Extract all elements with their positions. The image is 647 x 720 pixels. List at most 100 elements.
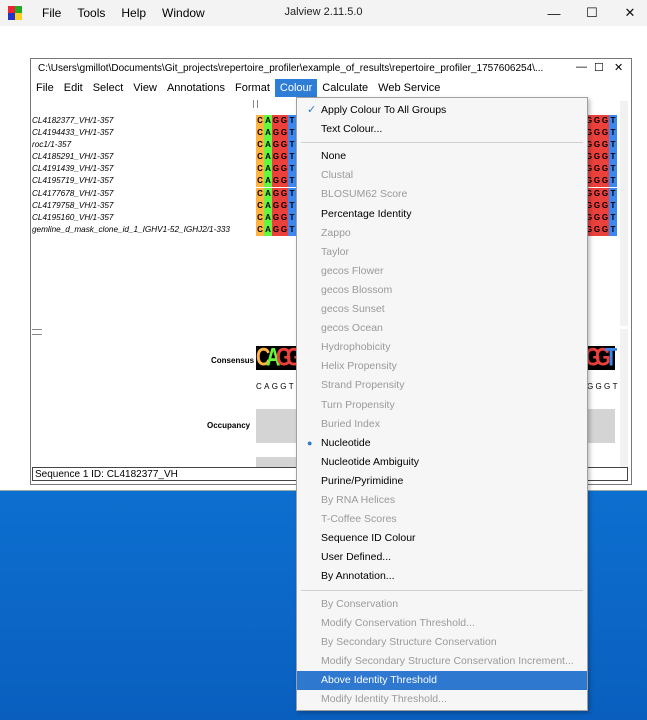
residue-G[interactable]: G: [280, 115, 288, 127]
residue-G[interactable]: G: [272, 115, 280, 127]
menu-item-buried-index[interactable]: Buried Index: [297, 415, 587, 434]
alignment-row[interactable]: CAGGT: [256, 223, 296, 236]
residue-T[interactable]: T: [288, 187, 296, 200]
residue-A[interactable]: A: [264, 187, 272, 200]
alignment-row[interactable]: CAGGT: [256, 211, 296, 224]
alignment-panel[interactable]: CAGGTCAGGTCAGGTCAGGTCAGGTCAGGTCAGGTCAGGT…: [256, 115, 296, 236]
residue-G[interactable]: G: [280, 127, 288, 140]
menu-view[interactable]: View: [128, 79, 162, 97]
residue-G[interactable]: G: [593, 127, 601, 140]
panel-divider-handle[interactable]: [32, 329, 42, 335]
menu-item-clustal[interactable]: Clustal: [297, 166, 587, 185]
residue-C[interactable]: C: [256, 151, 264, 164]
residue-T[interactable]: T: [609, 151, 617, 164]
residue-T[interactable]: T: [288, 127, 296, 140]
residue-T[interactable]: T: [609, 139, 617, 152]
frame-minimize-button[interactable]: —: [576, 61, 587, 73]
residue-G[interactable]: G: [593, 151, 601, 164]
residue-G[interactable]: G: [272, 211, 280, 224]
residue-G[interactable]: G: [280, 187, 288, 200]
menu-item-apply-colour-to-all-groups[interactable]: ✓ Apply Colour To All Groups: [297, 101, 587, 120]
residue-C[interactable]: C: [256, 199, 264, 212]
menu-item-user-defined[interactable]: User Defined...: [297, 548, 587, 567]
residue-T[interactable]: T: [609, 199, 617, 212]
residue-G[interactable]: G: [601, 163, 609, 176]
menu-item-blosum62-score[interactable]: BLOSUM62 Score: [297, 185, 587, 204]
residue-T[interactable]: T: [609, 187, 617, 200]
sequence-id[interactable]: CL4179758_VH/1-357: [32, 200, 260, 212]
residue-G[interactable]: G: [601, 187, 609, 200]
residue-A[interactable]: A: [264, 115, 272, 127]
residue-G[interactable]: G: [601, 151, 609, 164]
residue-G[interactable]: G: [593, 199, 601, 212]
residue-C[interactable]: C: [256, 127, 264, 140]
residue-A[interactable]: A: [264, 223, 272, 236]
residue-G[interactable]: G: [280, 175, 288, 188]
residue-G[interactable]: G: [272, 187, 280, 200]
residue-G[interactable]: G: [280, 199, 288, 212]
menu-calculate[interactable]: Calculate: [317, 79, 373, 97]
alignment-row-right[interactable]: GGGT: [585, 115, 617, 127]
menu-item-none[interactable]: None: [297, 147, 587, 166]
alignment-row[interactable]: CAGGT: [256, 187, 296, 200]
sequence-id[interactable]: CL4195719_VH/1-357: [32, 175, 260, 187]
residue-G[interactable]: G: [272, 127, 280, 140]
menu-file[interactable]: File: [31, 79, 59, 97]
menu-item-hydrophobicity[interactable]: Hydrophobicity: [297, 338, 587, 357]
menu-colour[interactable]: Colour: [274, 79, 318, 97]
sequence-id[interactable]: CL4177678_VH/1-357: [32, 188, 260, 200]
residue-T[interactable]: T: [288, 163, 296, 176]
menu-item-modify-conservation-threshold[interactable]: Modify Conservation Threshold...: [297, 614, 587, 633]
residue-G[interactable]: G: [272, 175, 280, 188]
menu-item-helix-propensity[interactable]: Helix Propensity: [297, 357, 587, 376]
menu-item-gecos-sunset[interactable]: gecos Sunset: [297, 300, 587, 319]
residue-C[interactable]: C: [256, 115, 264, 127]
residue-G[interactable]: G: [280, 163, 288, 176]
residue-G[interactable]: G: [272, 139, 280, 152]
menu-item-zappo[interactable]: Zappo: [297, 224, 587, 243]
menu-item-above-identity-threshold[interactable]: Above Identity Threshold: [297, 670, 587, 690]
vertical-scrollbar[interactable]: [620, 101, 628, 326]
residue-T[interactable]: T: [288, 139, 296, 152]
residue-T[interactable]: T: [609, 223, 617, 236]
residue-G[interactable]: G: [280, 223, 288, 236]
residue-T[interactable]: T: [288, 175, 296, 188]
residue-T[interactable]: T: [609, 127, 617, 140]
residue-C[interactable]: C: [256, 223, 264, 236]
menu-item-modify-secondary-structure-conservation-increment[interactable]: Modify Secondary Structure Conservation …: [297, 652, 587, 671]
residue-G[interactable]: G: [593, 223, 601, 236]
residue-C[interactable]: C: [256, 163, 264, 176]
residue-C[interactable]: C: [256, 175, 264, 188]
residue-G[interactable]: G: [593, 187, 601, 200]
residue-G[interactable]: G: [593, 139, 601, 152]
menu-web-service[interactable]: Web Service: [373, 79, 445, 97]
alignment-row-right[interactable]: GGGT: [585, 187, 617, 200]
alignment-row[interactable]: CAGGT: [256, 163, 296, 176]
residue-G[interactable]: G: [601, 223, 609, 236]
menu-format[interactable]: Format: [230, 79, 275, 97]
residue-G[interactable]: G: [272, 223, 280, 236]
alignment-row[interactable]: CAGGT: [256, 151, 296, 164]
menu-item-by-secondary-structure-conservation[interactable]: By Secondary Structure Conservation: [297, 633, 587, 652]
residue-T[interactable]: T: [288, 211, 296, 224]
alignment-panel-right[interactable]: GGGTGGGTGGGTGGGTGGGTGGGTGGGTGGGTGGGTGGGT: [585, 115, 617, 236]
residue-G[interactable]: G: [601, 175, 609, 188]
residue-G[interactable]: G: [272, 163, 280, 176]
menu-item-modify-identity-threshold[interactable]: Modify Identity Threshold...: [297, 690, 587, 709]
sequence-id[interactable]: CL4182377_VH/1-357: [32, 115, 260, 127]
alignment-row[interactable]: CAGGT: [256, 139, 296, 152]
menu-item-by-annotation[interactable]: By Annotation...: [297, 567, 587, 586]
residue-G[interactable]: G: [601, 211, 609, 224]
alignment-row-right[interactable]: GGGT: [585, 127, 617, 140]
alignment-row-right[interactable]: GGGT: [585, 151, 617, 164]
menu-item-t-coffee-scores[interactable]: T-Coffee Scores: [297, 510, 587, 529]
alignment-row-right[interactable]: GGGT: [585, 163, 617, 176]
residue-G[interactable]: G: [601, 115, 609, 127]
menu-item-gecos-flower[interactable]: gecos Flower: [297, 262, 587, 281]
residue-T[interactable]: T: [288, 223, 296, 236]
alignment-row[interactable]: CAGGT: [256, 175, 296, 188]
menu-item-percentage-identity[interactable]: Percentage Identity: [297, 205, 587, 224]
residue-A[interactable]: A: [264, 163, 272, 176]
residue-T[interactable]: T: [288, 199, 296, 212]
residue-G[interactable]: G: [272, 151, 280, 164]
